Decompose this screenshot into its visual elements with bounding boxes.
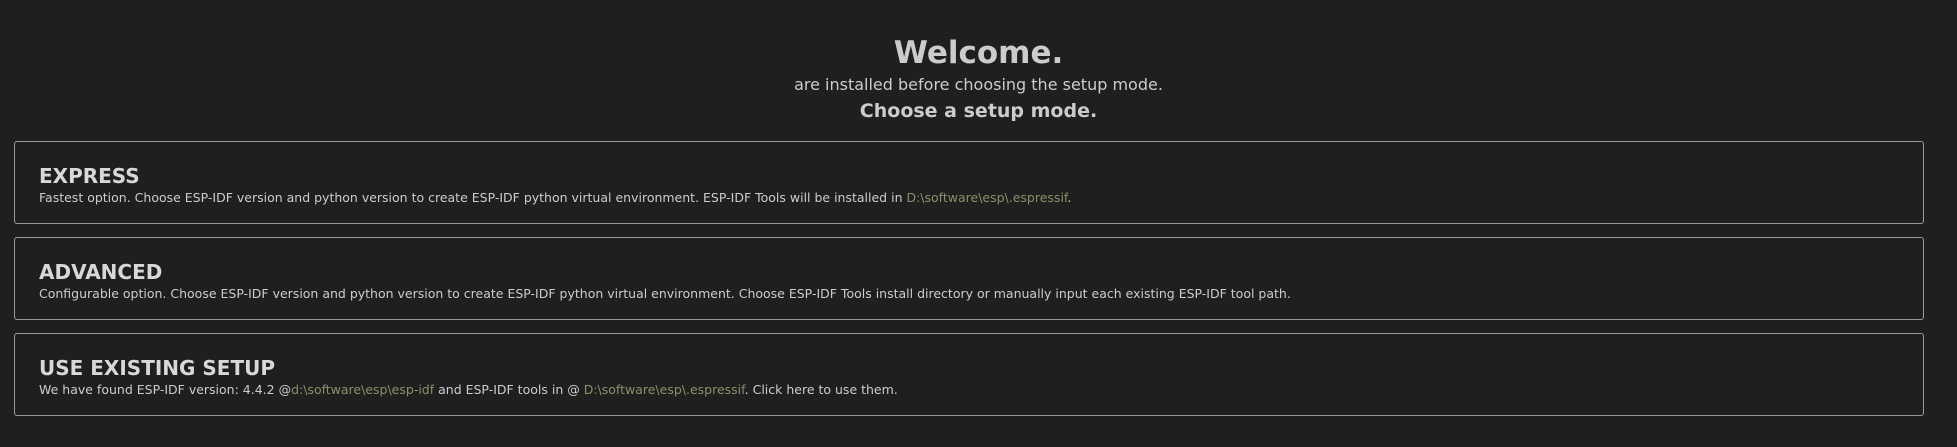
use-existing-setup-option[interactable]: USE EXISTING SETUP We have found ESP-IDF… [14, 333, 1924, 416]
page-title: Welcome. [893, 35, 1064, 71]
express-desc-suffix: . [1067, 190, 1072, 205]
advanced-setup-option[interactable]: ADVANCED Configurable option. Choose ESP… [14, 237, 1924, 320]
express-desc-text: Fastest option. Choose ESP-IDF version a… [39, 190, 907, 205]
setup-mode-heading: Choose a setup mode. [859, 100, 1098, 122]
existing-desc-middle: and ESP-IDF tools in @ [434, 382, 584, 397]
express-description: Fastest option. Choose ESP-IDF version a… [39, 190, 1071, 206]
existing-desc-prefix: We have found ESP-IDF version: 4.4.2 @ [39, 382, 292, 397]
advanced-title: ADVANCED [39, 260, 163, 284]
existing-desc-suffix: . Click here to use them. [744, 382, 898, 397]
express-setup-option[interactable]: EXPRESS Fastest option. Choose ESP-IDF v… [14, 141, 1924, 224]
page-subtitle: are installed before choosing the setup … [794, 75, 1163, 94]
existing-title: USE EXISTING SETUP [39, 356, 276, 380]
existing-tools-path: D:\software\esp\.espressif [583, 382, 745, 397]
existing-idf-path: d:\software\esp\esp-idf [291, 382, 435, 397]
advanced-description: Configurable option. Choose ESP-IDF vers… [39, 286, 1291, 301]
express-title: EXPRESS [39, 164, 140, 188]
existing-description: We have found ESP-IDF version: 4.4.2 @d:… [39, 382, 898, 398]
express-tools-path: D:\software\esp\.espressif [906, 190, 1068, 205]
